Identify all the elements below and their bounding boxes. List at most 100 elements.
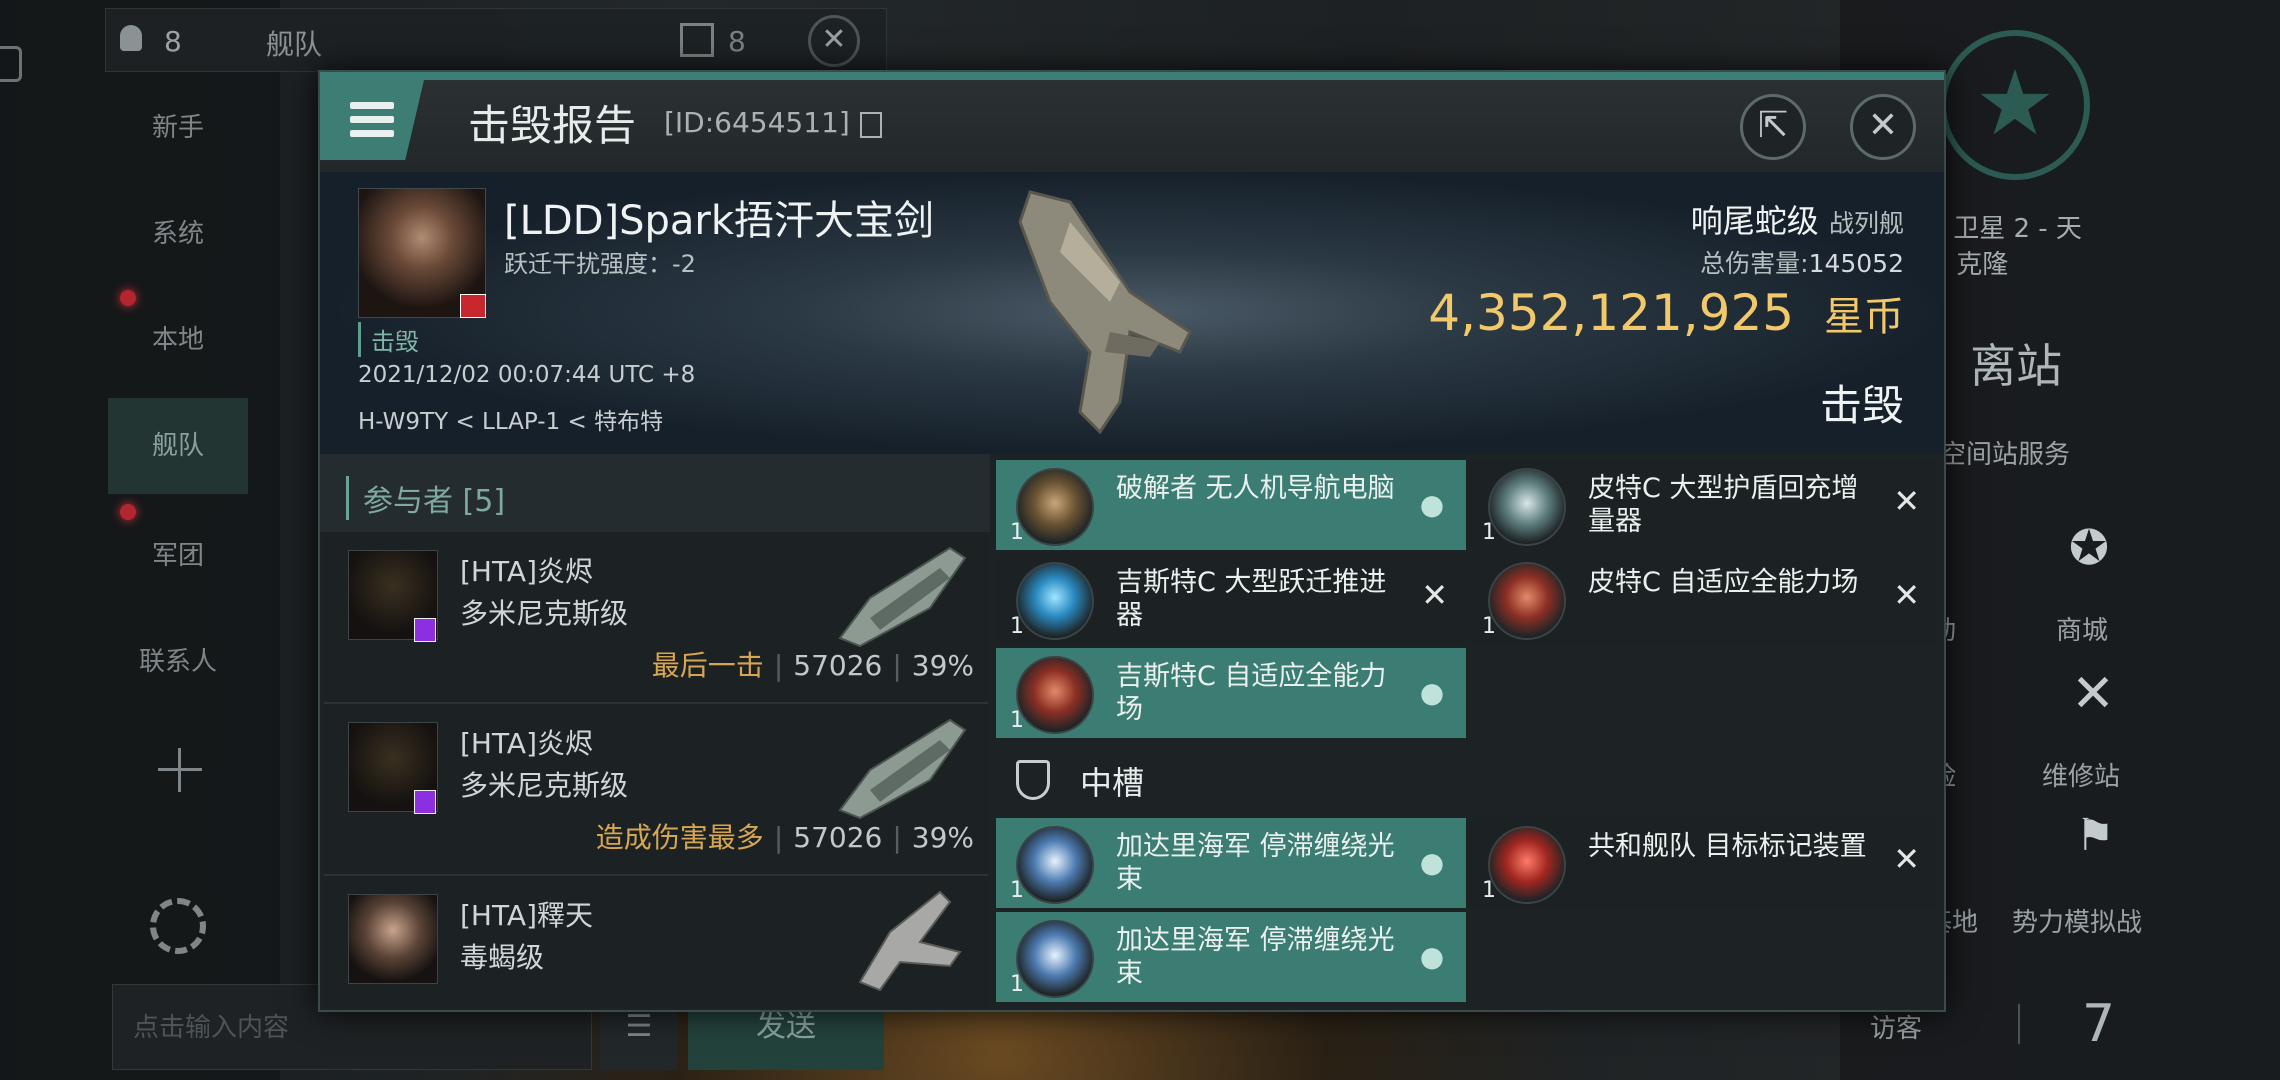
adaptive-invulnerability-field-icon [1016,656,1094,734]
participant-name: [HTA]炎烬 [460,555,593,588]
module-slot[interactable]: 1 加达里海军 停滞缠绕光束 ● [996,912,1466,1002]
module-slot[interactable]: 1 皮特C 大型护盾回充增量器 ✕ [1468,460,1938,550]
service-3[interactable]: 维修站 [2042,756,2120,793]
service-5[interactable]: 势力模拟战 [2012,902,2142,939]
module-name: 皮特C 自适应全能力场 [1588,567,1859,598]
square-icon[interactable] [0,46,22,82]
victim-ship: 响尾蛇级 战列舰 [1691,196,1904,242]
module-slot[interactable]: 1 破解者 无人机导航电脑 ● [996,460,1466,550]
person-icon: ● [1419,488,1445,521]
settings-gear-icon[interactable] [150,898,206,954]
participant-row[interactable]: [HTA]炎烬 多米尼克斯级 最后一击 | 57026 | 39% [324,532,988,704]
module-slot[interactable]: 1 吉斯特C 自适应全能力场 ● [996,648,1466,738]
module-slot[interactable]: 1 皮特C 自适应全能力场 ✕ [1468,554,1938,644]
kill-id: [ID:6454511] [664,106,850,139]
kill-location: H-W9TY < LLAP-1 < 特布特 [358,409,664,435]
module-quantity: 1 [1482,520,1496,545]
participant-percent: 39% [911,821,974,854]
person-icon: ● [1419,940,1445,973]
chat-header: 8 舰队 8 ✕ [105,8,887,72]
share-icon[interactable]: ⇱ [1740,94,1806,160]
participant-row[interactable]: [HTA]炎烬 多米尼克斯级 造成伤害最多 | 57026 | 39% [324,704,988,876]
participant-percent: 39% [911,649,974,682]
chat-title: 舰队 [266,28,323,61]
participant-portrait [348,894,438,984]
drone-navigation-computer-icon [1016,468,1094,546]
module-name: 加达里海军 停滞缠绕光束 [1116,831,1395,895]
participant-ship-image [858,890,962,992]
participant-stats: 造成伤害最多 | 57026 | 39% [595,821,974,854]
module-quantity: 1 [1010,708,1024,733]
participant-row[interactable]: [HTA]釋天 毒蝎级 [324,876,988,1008]
visitors-label: 访客 [1870,1014,1923,1044]
channel-tab-0[interactable]: 新手 [108,80,248,176]
kill-report-dialog: 击毁报告 [ID:6454511] ⇱ ✕ [LDD]Spark捂汗大宝剑 跃迁… [318,70,1946,1012]
total-damage: 总伤害量:145052 [1700,244,1904,280]
victim-name: [LDD]Spark捂汗大宝剑 [504,198,934,244]
module-slot[interactable]: 1 共和舰队 目标标记装置 ✕ [1468,818,1938,908]
module-quantity: 1 [1010,614,1024,639]
victim-banner: [LDD]Spark捂汗大宝剑 跃迁干扰强度：-2 击毁 2021/12/02 … [320,172,1944,454]
participant-name: [HTA]炎烬 [460,727,593,760]
dialog-accent-bar [320,72,1944,80]
module-quantity: 1 [1010,878,1024,903]
participant-ship-image [838,718,967,820]
dialog-title: 击毁报告 [468,101,637,150]
microwarpdrive-icon [1016,562,1094,640]
participant-badge-icon [414,790,436,814]
participants-title: 参与者 [5] [346,476,505,520]
nes-store-icon[interactable]: ✪ [2054,520,2124,590]
kill-time: 2021/12/02 00:07:44 UTC +8 [358,362,696,388]
undock-label: 离站 [1970,339,2062,393]
channel-tab-3[interactable]: 舰队 [108,398,248,494]
faction-emblem-icon: ★ [1940,30,2090,180]
destroyed-x-icon: ✕ [1893,482,1920,520]
channel-tab-2[interactable]: 本地 [108,292,248,388]
service-1[interactable]: 商城 [2056,610,2108,647]
module-quantity: 1 [1010,520,1024,545]
participant-ship: 多米尼克斯级 [460,597,629,630]
close-chat-icon[interactable]: ✕ [808,15,860,67]
module-slot[interactable]: 1 加达里海军 停滞缠绕光束 ● [996,818,1466,908]
module-quantity: 1 [1010,972,1024,997]
participants-header: 参与者 [5] [320,454,990,532]
stasis-webifier-icon [1016,920,1094,998]
module-name: 吉斯特C 自适应全能力场 [1116,661,1387,725]
module-name: 加达里海军 停滞缠绕光束 [1116,925,1395,989]
faction-warfare-icon[interactable]: ⚑ [2060,810,2130,870]
destroyed-x-icon: ✕ [1893,840,1920,878]
channel-tab-4[interactable]: 军团 [108,508,248,604]
module-name: 破解者 无人机导航电脑 [1116,473,1395,504]
total-damage-label: 总伤害量: [1700,249,1809,278]
module-slot[interactable]: 1 吉斯特C 大型跃迁推进器 ✕ [996,554,1466,644]
target-painter-icon [1488,826,1566,904]
participant-damage: 57026 [793,649,883,682]
standing-badge-icon [460,294,486,318]
repair-icon[interactable]: ✕ [2058,664,2128,734]
victim-ship-image[interactable] [1010,182,1210,442]
module-name: 共和舰队 目标标记装置 [1588,831,1867,862]
channel-tab-1[interactable]: 系统 [108,186,248,282]
participant-tag: 造成伤害最多 [595,821,764,854]
members-icon [120,25,142,51]
divider [2018,1004,2020,1044]
participant-damage: 57026 [793,821,883,854]
participant-name: [HTA]釋天 [460,899,593,932]
stasis-webifier-icon [1016,826,1094,904]
station-services-label: 空间站服务 [1940,440,2071,470]
close-icon[interactable]: ✕ [1850,94,1916,160]
participant-badge-icon [414,618,436,642]
module-quantity: 1 [1482,614,1496,639]
copy-id-icon[interactable] [860,112,882,138]
participant-ship: 毒蝎级 [460,941,545,974]
chat-list-icon [680,23,714,57]
person-icon: ● [1419,676,1445,709]
destroyed-x-icon: ✕ [1421,576,1448,614]
kill-result: 击毁 [1819,381,1904,430]
isk-amount: 4,352,121,925 [1428,284,1795,342]
channel-tab-5[interactable]: 联系人 [108,614,248,710]
isk-value: 4,352,121,925 星币 [1428,284,1904,342]
adaptive-invulnerability-field-icon [1488,562,1566,640]
mid-slot-label: 中槽 [1080,764,1145,802]
add-channel-icon[interactable] [158,748,202,792]
